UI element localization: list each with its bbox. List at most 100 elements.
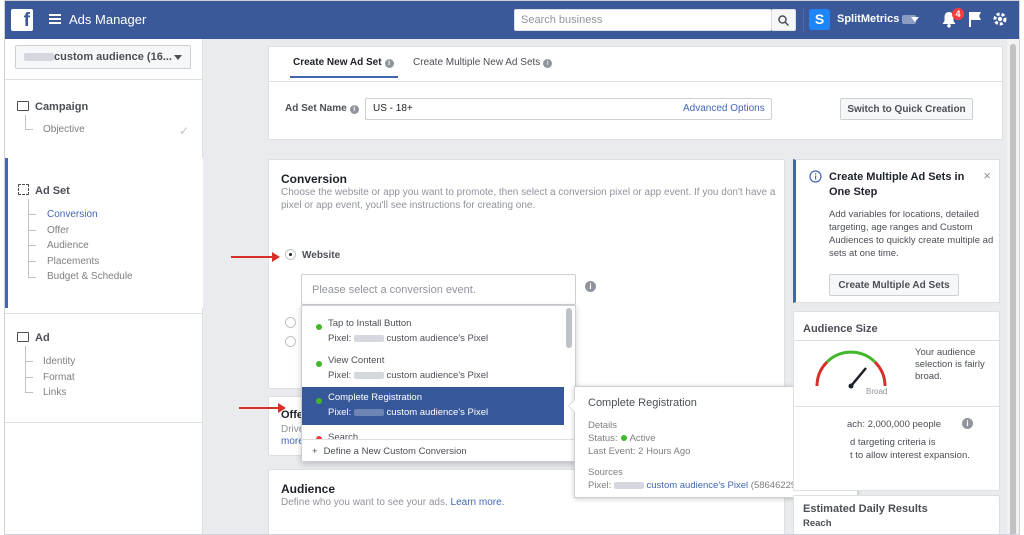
pixel-id: (58646229 bbox=[750, 480, 797, 491]
list-item[interactable]: View Content Pixel: custom audience's Pix… bbox=[302, 350, 564, 388]
nav-item-audience[interactable]: Audience bbox=[47, 240, 89, 251]
pixel-prefix: Pixel: bbox=[328, 333, 352, 344]
tree-line bbox=[25, 129, 33, 130]
ad-monitor-icon bbox=[17, 332, 29, 342]
website-radio[interactable] bbox=[285, 249, 296, 260]
left-navigation: custom audience (16... Campaign Objectiv… bbox=[5, 39, 203, 534]
status-dot bbox=[316, 324, 322, 330]
scrollbar-thumb[interactable] bbox=[1010, 44, 1016, 534]
audience-learn-more-link[interactable]: Learn more. bbox=[451, 497, 505, 508]
tooltip-pixel-source: Pixel: custom audience's Pixel (58646229… bbox=[588, 480, 823, 491]
nav-item-placements[interactable]: Placements bbox=[47, 256, 99, 267]
conversion-event-dropdown: Tap to Install Button Pixel: custom audie… bbox=[301, 305, 576, 462]
advanced-options-link[interactable]: Advanced Options bbox=[683, 103, 765, 114]
audience-size-title: Audience Size bbox=[803, 323, 878, 335]
nav-item-budget-schedule[interactable]: Budget & Schedule bbox=[47, 271, 133, 282]
redacted-text bbox=[613, 481, 644, 489]
list-item[interactable]: Tap to Install Button Pixel: custom audie… bbox=[302, 313, 564, 351]
info-icon[interactable]: i bbox=[962, 418, 973, 429]
divider bbox=[793, 340, 1000, 341]
account-switcher[interactable]: SplitMetrics bbox=[837, 13, 917, 25]
divider bbox=[793, 406, 1000, 407]
status-dot bbox=[316, 398, 322, 404]
status-dot bbox=[620, 435, 627, 441]
app-title[interactable]: Ads Manager bbox=[69, 12, 146, 27]
event-pixel: Pixel: custom audience's Pixel bbox=[328, 333, 564, 344]
nav-item-identity[interactable]: Identity bbox=[43, 356, 75, 367]
multi-card-title: Create Multiple Ad Sets in One Step bbox=[829, 171, 965, 198]
tab-create-multiple-adsets[interactable]: Create Multiple New Ad Sets i bbox=[413, 57, 553, 68]
gauge-broad-label: Broad bbox=[866, 387, 888, 396]
tree-line bbox=[28, 230, 36, 231]
audience-size-card bbox=[793, 311, 1000, 491]
daily-results-reach-label: Reach bbox=[803, 518, 832, 529]
tooltip-last-event: Last Event: 2 Hours Ago bbox=[588, 446, 691, 457]
campaign-folder-icon bbox=[17, 101, 29, 111]
pixel-name: custom audience's Pixel bbox=[386, 333, 489, 344]
tab-create-new-adset[interactable]: Create New Ad Set i bbox=[293, 57, 394, 68]
create-multiple-adsets-button[interactable]: Create Multiple Ad Sets bbox=[829, 274, 959, 296]
hamburger-menu-icon[interactable] bbox=[49, 14, 61, 24]
conversion-event-select[interactable]: Please select a conversion event. bbox=[301, 274, 576, 305]
search-icon bbox=[778, 15, 789, 26]
info-icon: i bbox=[384, 59, 394, 68]
nav-item-objective[interactable]: Objective bbox=[43, 124, 85, 135]
search-input[interactable]: Search business bbox=[514, 9, 772, 31]
daily-results-card bbox=[793, 495, 1000, 534]
nav-item-conversion[interactable]: Conversion bbox=[47, 209, 98, 220]
nav-adset[interactable]: Ad Set bbox=[18, 184, 70, 197]
account-dropdown-label: custom audience (16... bbox=[54, 51, 172, 63]
pixel-name: custom audience's Pixel bbox=[386, 407, 489, 418]
nav-item-format[interactable]: Format bbox=[43, 372, 75, 383]
annotation-arrow bbox=[231, 252, 280, 262]
divider bbox=[5, 79, 203, 80]
tree-line bbox=[25, 115, 26, 129]
create-multiple-adsets-card: Create Multiple Ad Sets in One Step × Ad… bbox=[793, 159, 1000, 303]
potential-reach: ach: 2,000,000 people bbox=[847, 419, 942, 430]
notification-badge: 4 bbox=[952, 8, 964, 20]
tree-line bbox=[28, 214, 36, 215]
event-pixel: Pixel: custom audience's Pixel bbox=[328, 407, 564, 418]
pixel-prefix: Pixel: bbox=[328, 370, 352, 381]
nav-item-offer[interactable]: Offer bbox=[47, 225, 69, 236]
switch-quick-creation-button[interactable]: Switch to Quick Creation bbox=[840, 98, 973, 120]
nav-ad[interactable]: Ad bbox=[17, 332, 50, 344]
tree-line bbox=[28, 199, 29, 278]
account-name: SplitMetrics bbox=[837, 13, 900, 25]
info-icon: i bbox=[543, 59, 553, 68]
flag-icon[interactable] bbox=[968, 11, 982, 27]
close-icon[interactable]: × bbox=[983, 168, 991, 183]
app-radio[interactable] bbox=[285, 317, 296, 328]
page-scrollbar[interactable] bbox=[1007, 39, 1019, 534]
active-tab-indicator bbox=[290, 76, 398, 78]
account-dropdown[interactable]: custom audience (16... bbox=[15, 45, 191, 69]
gear-icon[interactable] bbox=[992, 11, 1008, 27]
search-button[interactable] bbox=[772, 9, 796, 31]
redacted-text bbox=[24, 53, 54, 62]
status-dot bbox=[316, 361, 322, 367]
status-label: Status: bbox=[588, 433, 618, 444]
targeting-expansion-line-2: t to allow interest expansion. bbox=[850, 450, 970, 461]
facebook-logo-icon[interactable]: f bbox=[11, 9, 33, 31]
nav-ad-label: Ad bbox=[35, 332, 50, 344]
adset-name-label: Ad Set Name i bbox=[285, 103, 359, 114]
annotation-arrow bbox=[239, 403, 286, 413]
messenger-radio[interactable] bbox=[285, 336, 296, 347]
info-icon[interactable]: i bbox=[585, 281, 596, 292]
info-icon: i bbox=[349, 105, 359, 114]
nav-adset-label: Ad Set bbox=[35, 185, 70, 197]
nav-campaign[interactable]: Campaign bbox=[17, 101, 88, 113]
define-custom-conversion-option[interactable]: + Define a New Custom Conversion bbox=[302, 439, 575, 461]
targeting-expansion-line-1: d targeting criteria is bbox=[850, 437, 936, 448]
list-item-selected[interactable]: Complete Registration Pixel: custom audie… bbox=[302, 387, 564, 425]
divider bbox=[803, 9, 804, 31]
audience-size-text: Your audience selection is fairly broad. bbox=[915, 347, 985, 382]
account-logo-icon[interactable]: S bbox=[809, 9, 830, 30]
pixel-name: custom audience's Pixel bbox=[386, 370, 489, 381]
nav-adset-section: Ad Set Conversion Offer Audience Placeme… bbox=[5, 158, 203, 308]
nav-item-links[interactable]: Links bbox=[43, 387, 66, 398]
multi-card-body: Add variables for locations, detailed ta… bbox=[829, 209, 994, 259]
dropdown-scrollbar[interactable] bbox=[566, 308, 572, 348]
pixel-link[interactable]: custom audience's Pixel bbox=[647, 480, 749, 491]
chevron-down-icon[interactable] bbox=[911, 17, 919, 22]
